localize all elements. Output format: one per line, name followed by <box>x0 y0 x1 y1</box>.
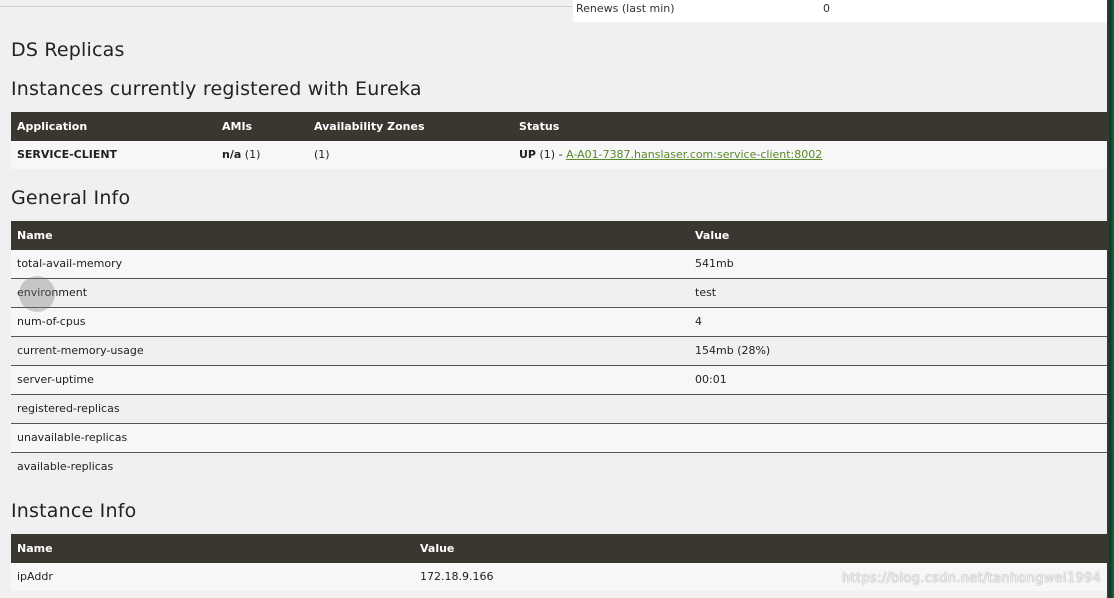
renews-row: Renews (last min) 0 <box>573 0 1107 22</box>
eureka-dashboard-page: Renews (last min) 0 DS Replicas Instance… <box>0 0 1114 598</box>
col-amis: AMIs <box>222 120 253 133</box>
table-row: server-uptime 00:01 <box>11 366 1107 395</box>
table-row: environment test <box>11 279 1107 308</box>
ds-replicas-heading: DS Replicas <box>11 39 125 61</box>
info-name: unavailable-replicas <box>17 431 128 444</box>
table-row: current-memory-usage 154mb (28%) <box>11 337 1107 366</box>
instance-info-heading: Instance Info <box>11 500 137 522</box>
amis-count: (1) <box>244 148 261 161</box>
table-row: registered-replicas <box>11 395 1107 424</box>
info-value: 541mb <box>695 257 734 270</box>
watermark: https://blog.csdn.net/tanhongwei1994 <box>842 571 1102 586</box>
zones-cell: (1) <box>314 148 330 161</box>
col-availability-zones: Availability Zones <box>314 120 425 133</box>
renews-label: Renews (last min) <box>576 2 675 15</box>
application-name: SERVICE-CLIENT <box>17 148 118 161</box>
info-name: total-avail-memory <box>17 257 123 270</box>
col-name: Name <box>17 542 53 555</box>
instances-heading: Instances currently registered with Eure… <box>11 78 422 100</box>
table-row: total-avail-memory 541mb <box>11 250 1107 279</box>
cursor-highlight <box>19 276 55 312</box>
table-row: available-replicas <box>11 453 1107 481</box>
info-name: num-of-cpus <box>17 315 86 328</box>
info-name: available-replicas <box>17 460 114 473</box>
instances-table: Application AMIs Availability Zones Stat… <box>11 112 1107 169</box>
instances-table-header: Application AMIs Availability Zones Stat… <box>11 112 1107 141</box>
info-name: ipAddr <box>17 570 53 583</box>
table-row: SERVICE-CLIENT n/a (1) (1) UP (1) - A-A0… <box>11 141 1107 169</box>
status-count: (1) - <box>539 148 563 161</box>
col-name: Name <box>17 229 53 242</box>
window-edge <box>1107 0 1114 598</box>
info-value: test <box>695 286 717 299</box>
info-name: server-uptime <box>17 373 94 386</box>
col-status: Status <box>519 120 560 133</box>
status-value: UP <box>519 148 536 161</box>
col-application: Application <box>17 120 88 133</box>
table-row: num-of-cpus 4 <box>11 308 1107 337</box>
info-value: 4 <box>695 315 702 328</box>
table-row: unavailable-replicas <box>11 424 1107 453</box>
renews-value: 0 <box>823 2 830 15</box>
amis-value: n/a <box>222 148 242 161</box>
general-info-table: Name Value total-avail-memory 541mb envi… <box>11 221 1107 481</box>
col-value: Value <box>695 229 730 242</box>
general-info-heading: General Info <box>11 187 131 209</box>
info-value: 154mb (28%) <box>695 344 771 357</box>
amis-cell: n/a (1) <box>216 141 260 169</box>
general-info-header: Name Value <box>11 221 1107 250</box>
info-name: registered-replicas <box>17 402 120 415</box>
col-value: Value <box>420 542 455 555</box>
info-name: current-memory-usage <box>17 344 144 357</box>
instance-link[interactable]: A-A01-7387.hanslaser.com:service-client:… <box>566 148 822 161</box>
status-cell: UP (1) - A-A01-7387.hanslaser.com:servic… <box>513 141 822 169</box>
info-value: 172.18.9.166 <box>420 570 494 583</box>
info-value: 00:01 <box>695 373 727 386</box>
instance-info-header: Name Value <box>11 534 1107 563</box>
